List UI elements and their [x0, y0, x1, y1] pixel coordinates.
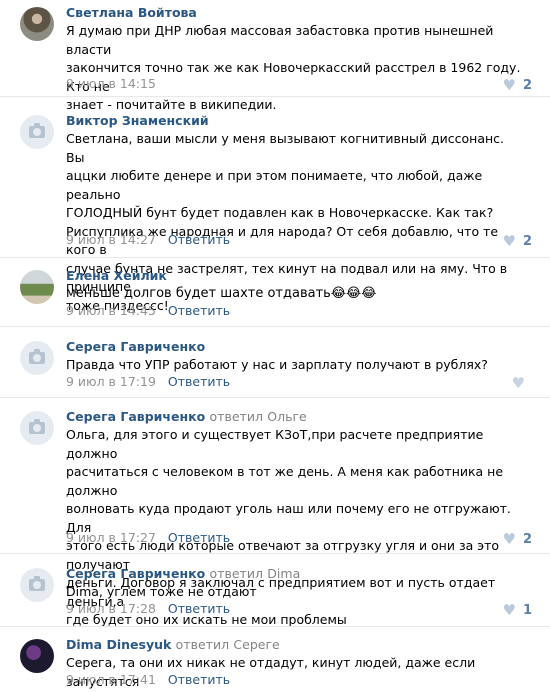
comment-time[interactable]: 9 июл в 17:19: [66, 374, 156, 389]
avatar[interactable]: [20, 7, 54, 41]
like-button[interactable]: ♥ 1: [503, 601, 533, 619]
camera-icon: [29, 123, 45, 138]
comment-meta: 9 июл в 17:27 Ответить: [66, 530, 230, 545]
comment-author[interactable]: Елена Хейлик: [66, 268, 167, 283]
comment-meta: 9 июл в 14:45 Ответить: [66, 303, 230, 318]
comment-time[interactable]: 9 июл в 14:45: [66, 303, 156, 318]
comment-text: меньше долгов будет шахте отдавать😂😂😂: [66, 286, 377, 301]
reply-button[interactable]: Ответить: [168, 374, 230, 389]
heart-icon: ♥: [502, 232, 516, 250]
comment: Светлана Войтова Я думаю при ДНР любая м…: [0, 0, 550, 112]
comment: Виктор Знаменский Светлана, ваши мысли у…: [0, 108, 550, 313]
comment-author[interactable]: Серега Гавриченко ответил Ольге: [66, 409, 307, 424]
comment-time[interactable]: 9 июл в 14:27: [66, 232, 156, 247]
heart-icon: ♥: [511, 374, 525, 392]
comment-time[interactable]: 9 июл в 14:15: [66, 76, 156, 91]
camera-icon: [29, 419, 45, 434]
comment-author[interactable]: Серега Гавриченко ответил Dima: [66, 566, 300, 581]
comment: Dima Dinesyuk ответил Сереге Серега, та …: [0, 632, 550, 692]
avatar[interactable]: [20, 568, 54, 602]
comment-text: Dima, углем тоже не отдают: [66, 584, 257, 599]
comment-author[interactable]: Серега Гавриченко: [66, 339, 205, 354]
comment-author[interactable]: Виктор Знаменский: [66, 113, 209, 128]
camera-icon: [29, 576, 45, 591]
reply-button[interactable]: Ответить: [168, 601, 230, 616]
comment-meta: 9 июл в 17:19 Ответить: [66, 374, 230, 389]
like-button[interactable]: ♥: [512, 374, 532, 392]
reply-button[interactable]: Ответить: [168, 672, 230, 687]
avatar[interactable]: [20, 411, 54, 445]
comment-author[interactable]: Dima Dinesyuk ответил Сереге: [66, 637, 280, 652]
comment-time[interactable]: 9 июл в 17:41: [66, 672, 156, 687]
comment: Елена Хейлик меньше долгов будет шахте о…: [0, 263, 550, 327]
author-name[interactable]: Серега Гавриченко: [66, 566, 205, 581]
heart-icon: ♥: [502, 76, 516, 94]
comment-meta: 9 июл в 14:15: [66, 76, 156, 91]
like-count: 2: [522, 77, 532, 93]
comment-meta: 9 июл в 17:41 Ответить: [66, 672, 230, 687]
avatar[interactable]: [20, 115, 54, 149]
author-name[interactable]: Серега Гавриченко: [66, 409, 205, 424]
comment-time[interactable]: 9 июл в 17:28: [66, 601, 156, 616]
camera-icon: [29, 349, 45, 364]
reply-button[interactable]: Ответить: [168, 303, 230, 318]
avatar[interactable]: [20, 341, 54, 375]
reply-to-label: ответил: [209, 566, 263, 581]
comment: Серега Гавриченко ответил Ольге Ольга, д…: [0, 404, 550, 627]
avatar[interactable]: [20, 639, 54, 673]
reply-to-name[interactable]: Сереге: [233, 637, 279, 652]
comment-author[interactable]: Светлана Войтова: [66, 5, 197, 20]
comment-time[interactable]: 9 июл в 17:27: [66, 530, 156, 545]
heart-icon: ♥: [502, 601, 516, 619]
like-count: 2: [522, 233, 532, 249]
author-name[interactable]: Dima Dinesyuk: [66, 637, 171, 652]
reply-to-name[interactable]: Dima: [267, 566, 300, 581]
reply-to-name[interactable]: Ольге: [267, 409, 306, 424]
reply-button[interactable]: Ответить: [168, 232, 230, 247]
like-button[interactable]: ♥ 2: [503, 530, 533, 548]
comment-text: Правда что УПР работают у нас и зарплату…: [66, 357, 488, 372]
heart-icon: ♥: [502, 530, 516, 548]
reply-to-label: ответил: [175, 637, 230, 652]
comment: Серега Гавриченко Правда что УПР работаю…: [0, 334, 550, 398]
like-count: 1: [522, 602, 532, 618]
comment-meta: 9 июл в 14:27 Ответить: [66, 232, 230, 247]
like-button[interactable]: ♥ 2: [503, 232, 533, 250]
like-count: 2: [522, 531, 532, 547]
comment: Серега Гавриченко ответил Dima Dima, угл…: [0, 561, 550, 627]
reply-button[interactable]: Ответить: [168, 530, 230, 545]
comment-meta: 9 июл в 17:28 Ответить: [66, 601, 230, 616]
comment-text: Я думаю при ДНР любая массовая забастовк…: [66, 23, 521, 112]
reply-to-label: ответил: [209, 409, 263, 424]
avatar[interactable]: [20, 270, 54, 304]
like-button[interactable]: ♥ 2: [503, 76, 533, 94]
